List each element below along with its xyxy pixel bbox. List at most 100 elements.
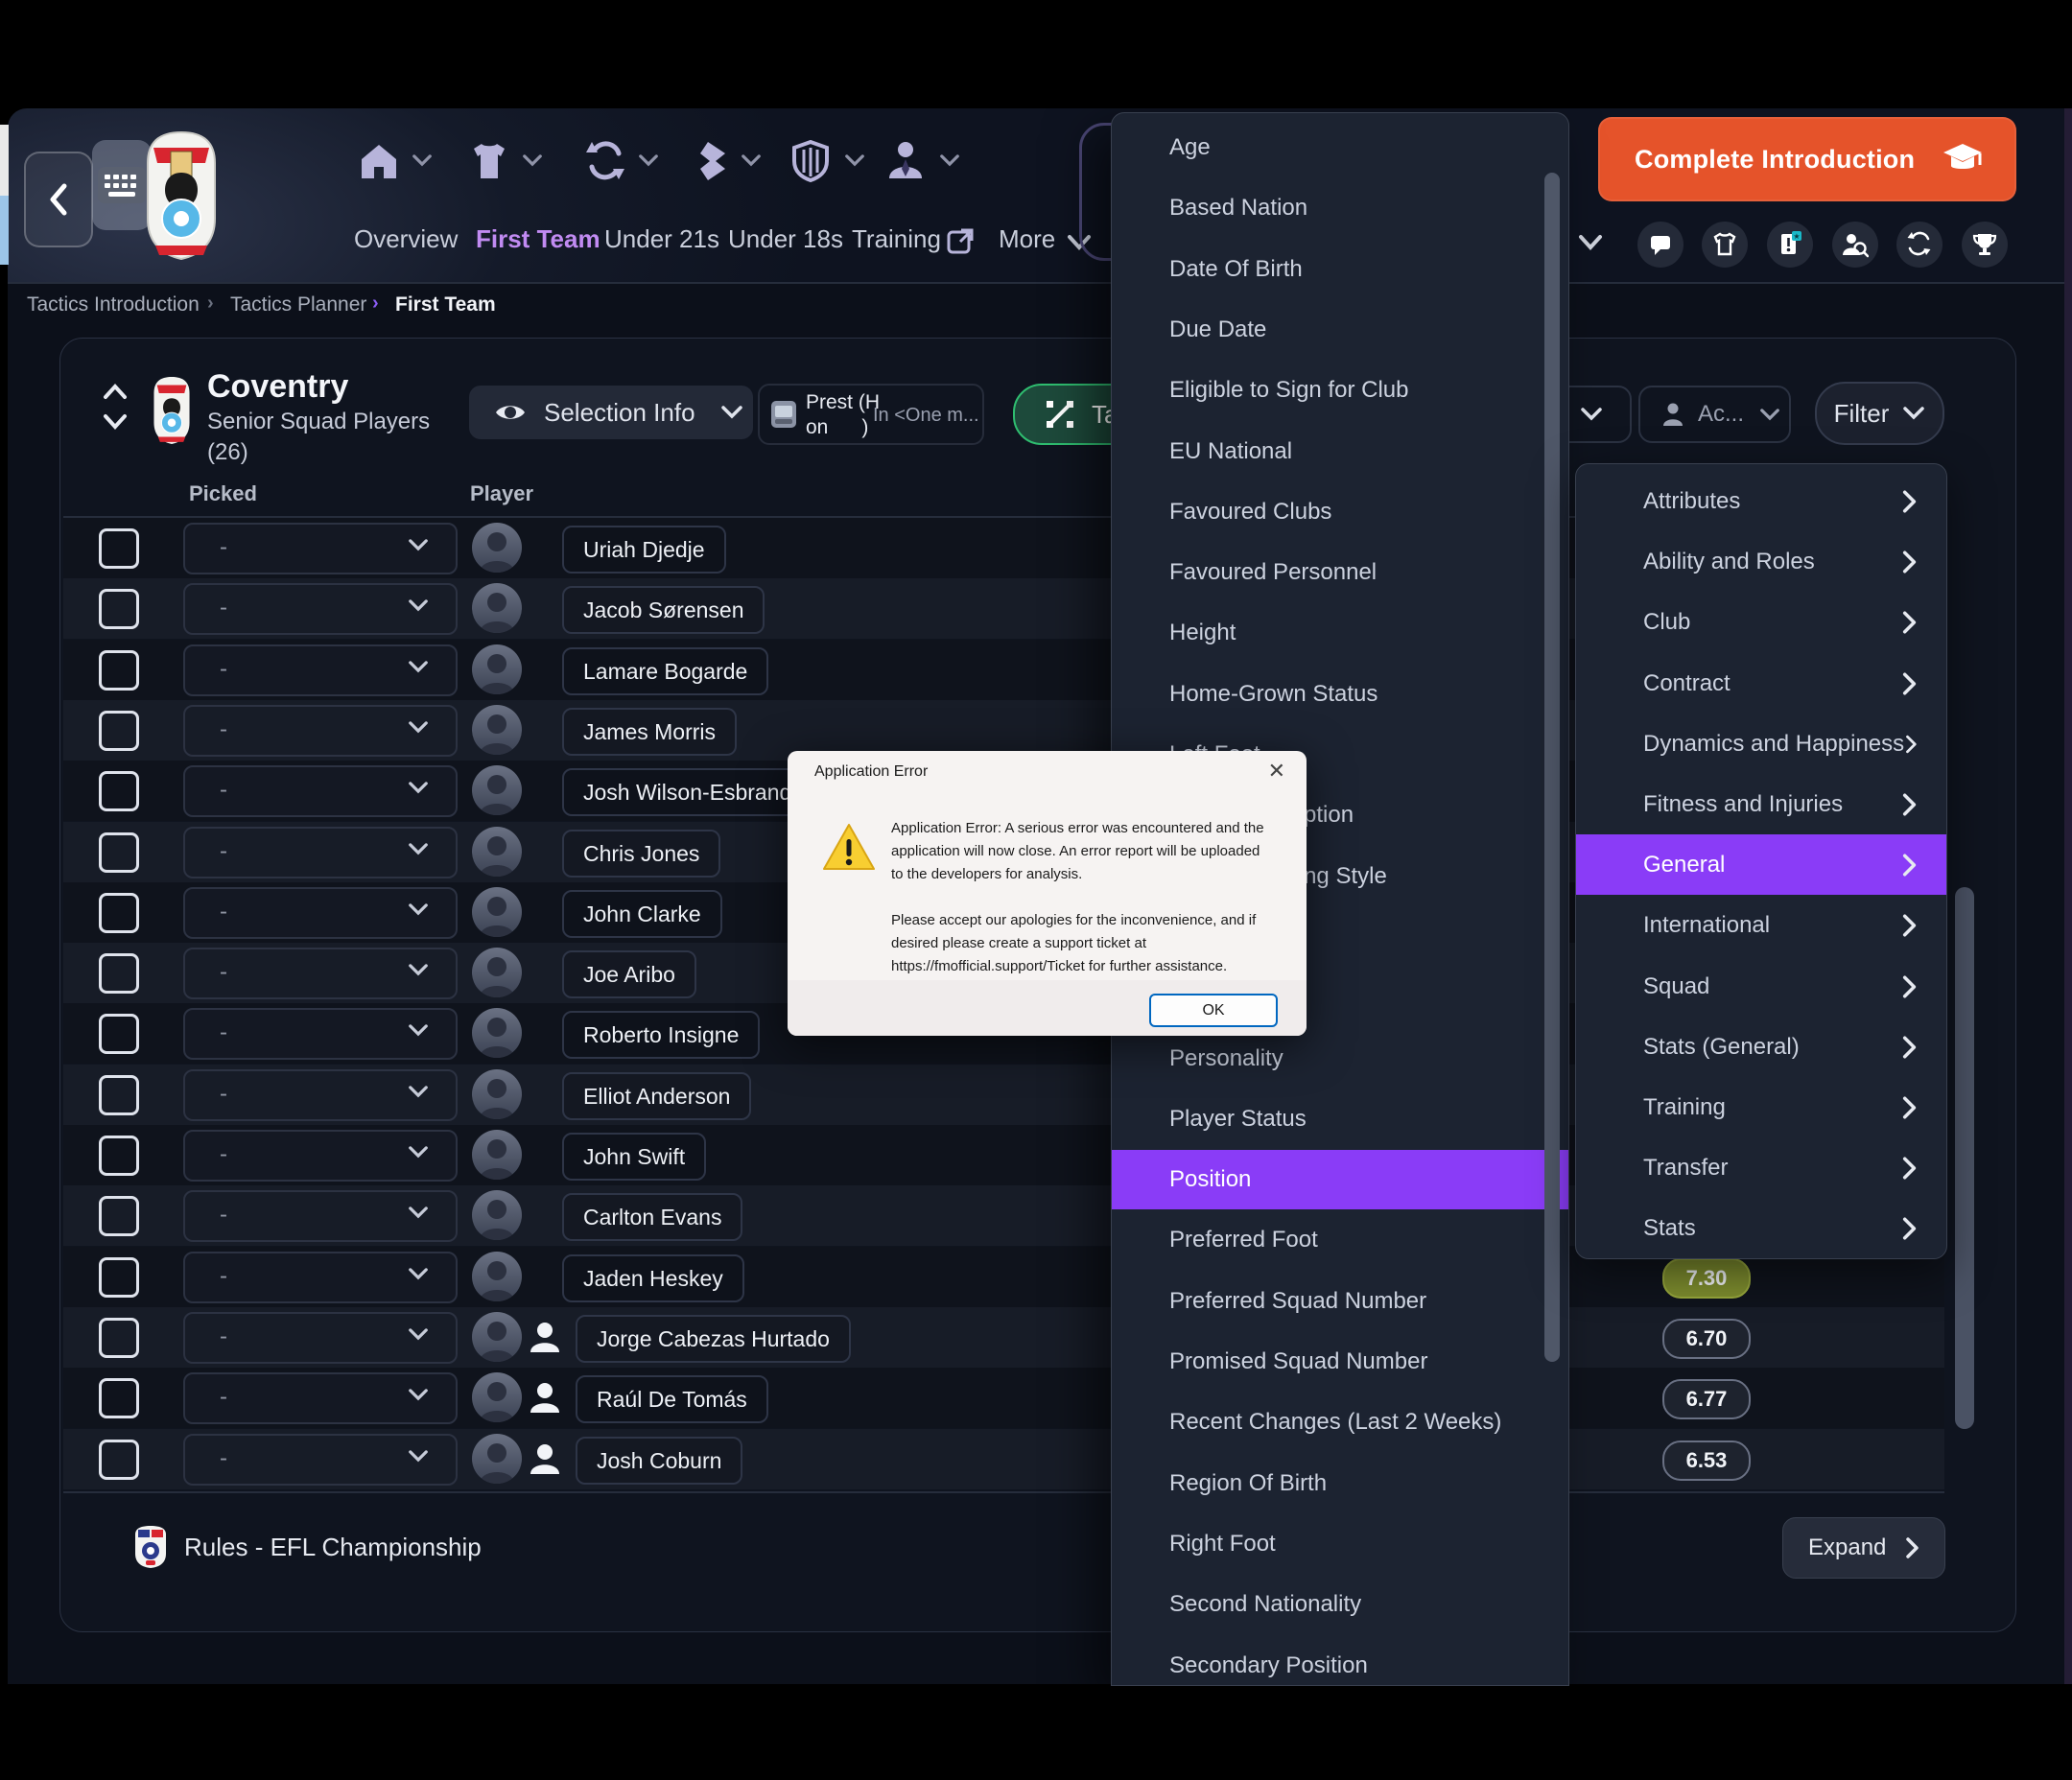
back-button[interactable] (24, 152, 93, 247)
category-fitness-and-injuries[interactable]: Fitness and Injuries (1576, 774, 1946, 834)
row-checkbox[interactable] (99, 650, 139, 691)
sync-circle-button[interactable] (1896, 222, 1942, 268)
category-attributes[interactable]: Attributes (1576, 471, 1946, 531)
chevron-down-icon[interactable] (939, 153, 960, 173)
external-link-icon[interactable] (946, 226, 975, 255)
picked-dropdown[interactable]: - (183, 705, 458, 757)
breadcrumb-item[interactable]: Tactics Introduction (27, 293, 200, 316)
picked-dropdown[interactable]: - (183, 644, 458, 696)
tab-under-21s[interactable]: Under 21s (604, 224, 719, 254)
category-contract[interactable]: Contract (1576, 653, 1946, 714)
column-header-player[interactable]: Player (470, 481, 533, 506)
player-name[interactable]: Lamare Bogarde (562, 647, 768, 695)
picked-dropdown[interactable]: - (183, 1190, 458, 1242)
player-photo[interactable] (472, 827, 522, 877)
tab-more[interactable]: More (999, 224, 1055, 254)
player-photo[interactable] (472, 1372, 522, 1422)
player-name[interactable]: Carlton Evans (562, 1193, 742, 1241)
chevron-down-icon[interactable] (844, 153, 865, 173)
keyboard-button[interactable] (92, 140, 152, 230)
complete-introduction-button[interactable]: Complete Introduction (1598, 117, 2016, 201)
row-checkbox[interactable] (99, 1440, 139, 1480)
player-name[interactable]: James Morris (562, 708, 737, 756)
category-ability-and-roles[interactable]: Ability and Roles (1576, 531, 1946, 592)
row-checkbox[interactable] (99, 771, 139, 811)
collapse-expand-icons[interactable] (102, 382, 129, 432)
selection-info-dropdown[interactable]: Selection Info (469, 386, 753, 439)
category-club[interactable]: Club (1576, 592, 1946, 652)
chevron-down-icon[interactable] (412, 153, 433, 173)
player-name[interactable]: Chris Jones (562, 830, 720, 878)
breadcrumb-item[interactable]: Tactics Planner (230, 293, 366, 316)
column-option-region-of-birth[interactable]: Region Of Birth (1112, 1454, 1568, 1513)
tab-under-18s[interactable]: Under 18s (728, 224, 843, 254)
nav-club-logo-icon[interactable] (687, 140, 729, 182)
row-checkbox[interactable] (99, 1378, 139, 1418)
column-option-recent-changes-last-2-weeks-[interactable]: Recent Changes (Last 2 Weeks) (1112, 1393, 1568, 1452)
player-photo[interactable] (472, 948, 522, 997)
column-option-eligible-to-sign-for-club[interactable]: Eligible to Sign for Club (1112, 361, 1568, 420)
nav-shield-icon[interactable] (790, 140, 833, 182)
nav-manager-icon[interactable] (885, 140, 928, 182)
chevron-down-icon[interactable] (522, 153, 543, 173)
category-stats-general-[interactable]: Stats (General) (1576, 1017, 1946, 1077)
row-checkbox[interactable] (99, 1014, 139, 1054)
scout-button[interactable] (1832, 222, 1878, 268)
player-photo[interactable] (472, 1252, 522, 1301)
player-photo[interactable] (472, 1190, 522, 1240)
player-name[interactable]: Raúl De Tomás (576, 1375, 768, 1423)
player-name[interactable]: Uriah Djedje (562, 526, 726, 574)
category-transfer[interactable]: Transfer (1576, 1137, 1946, 1198)
category-squad[interactable]: Squad (1576, 956, 1946, 1017)
picked-dropdown[interactable]: - (183, 1130, 458, 1182)
filter-button[interactable]: Filter (1815, 382, 1944, 445)
dialog-close-button[interactable]: ✕ (1268, 759, 1285, 784)
player-photo[interactable] (472, 1130, 522, 1180)
column-option-based-nation[interactable]: Based Nation (1112, 178, 1568, 238)
column-option-height[interactable]: Height (1112, 603, 1568, 663)
category-training[interactable]: Training (1576, 1077, 1946, 1137)
category-stats[interactable]: Stats (1576, 1198, 1946, 1258)
column-option-right-foot[interactable]: Right Foot (1112, 1514, 1568, 1574)
picked-dropdown[interactable]: - (183, 948, 458, 999)
column-option-promised-squad-number[interactable]: Promised Squad Number (1112, 1332, 1568, 1392)
rules-label[interactable]: Rules - EFL Championship (184, 1533, 482, 1562)
picked-dropdown[interactable]: - (183, 1008, 458, 1060)
player-name[interactable]: Elliot Anderson (562, 1072, 751, 1120)
dialog-ok-button[interactable]: OK (1149, 994, 1278, 1027)
tab-first-team[interactable]: First Team (476, 224, 600, 254)
column-option-age[interactable]: Age (1112, 118, 1568, 177)
row-checkbox[interactable] (99, 711, 139, 751)
column-option-personality[interactable]: Personality (1112, 1029, 1568, 1089)
tab-overview[interactable]: Overview (354, 224, 458, 254)
report-alert-button[interactable]: ★ (1767, 222, 1813, 268)
player-name[interactable]: Joe Aribo (562, 950, 696, 998)
picked-dropdown[interactable]: - (183, 765, 458, 817)
column-option-date-of-birth[interactable]: Date Of Birth (1112, 240, 1568, 299)
picked-dropdown[interactable]: - (183, 523, 458, 574)
player-name[interactable]: Jacob Sørensen (562, 586, 765, 634)
picked-dropdown[interactable]: - (183, 1434, 458, 1486)
player-photo[interactable] (472, 644, 522, 694)
column-option-preferred-foot[interactable]: Preferred Foot (1112, 1210, 1568, 1270)
page-scrollbar[interactable] (1955, 887, 1974, 1429)
player-name[interactable]: John Clarke (562, 890, 722, 938)
row-checkbox[interactable] (99, 1257, 139, 1298)
player-photo[interactable] (472, 1008, 522, 1058)
column-option-due-date[interactable]: Due Date (1112, 300, 1568, 360)
player-photo[interactable] (472, 1312, 522, 1362)
player-name[interactable]: Josh Wilson-Esbrand (562, 768, 812, 816)
next-fixture-widget[interactable]: Prest (H on ) In <One m... (758, 384, 984, 445)
column-option-eu-national[interactable]: EU National (1112, 422, 1568, 481)
player-photo[interactable] (472, 583, 522, 633)
player-name[interactable]: John Swift (562, 1133, 706, 1181)
trophy-button[interactable] (1962, 222, 2008, 268)
row-checkbox[interactable] (99, 832, 139, 873)
nav-home-icon[interactable] (358, 140, 400, 182)
picked-dropdown[interactable]: - (183, 827, 458, 878)
kit-button[interactable] (1702, 222, 1748, 268)
row-checkbox[interactable] (99, 589, 139, 629)
column-option-second-nationality[interactable]: Second Nationality (1112, 1575, 1568, 1634)
category-dynamics-and-happiness[interactable]: Dynamics and Happiness (1576, 714, 1946, 774)
row-checkbox[interactable] (99, 1196, 139, 1236)
